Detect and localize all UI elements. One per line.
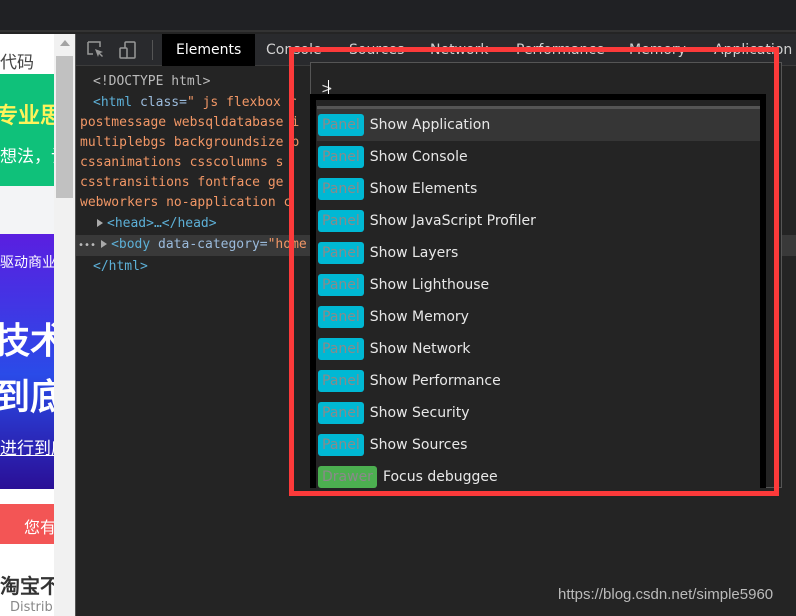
banner-title: 专业思 [0,104,56,129]
class-line: cssanimations csscolumns s [80,155,284,170]
watermark: https://blog.csdn.net/simple5960 [558,586,774,603]
device-toolbar-icon[interactable] [118,40,138,60]
webpage-viewport: 代码 专业思 想法，让 驱动商业 技术到底 进行到底 您有 淘宝不 Distri… [0,34,56,616]
spacer [0,186,56,234]
highlight-annotation-box [289,47,779,496]
page-scrollbar[interactable] [54,34,76,616]
expand-triangle-icon[interactable] [101,240,108,248]
banner-top-text: 驱动商业 [0,255,56,271]
head-node[interactable]: <head>…</head> [97,214,217,234]
tab-elements[interactable]: Elements [162,34,256,66]
subline: Distrib [10,600,53,615]
toolbar-divider [152,40,153,60]
class-line: csstransitions fontface ge [80,175,284,190]
attr-name: class= [132,95,187,110]
class-line: multiplebgs backgroundsize b [80,135,300,150]
banner-subtitle: 想法，让 [0,147,56,167]
html-close-tag: </html> [93,259,148,274]
banner-main-line: 到底 [0,377,56,418]
notice-bar[interactable]: 您有 [0,504,56,544]
doctype-node[interactable]: <!DOCTYPE html> [93,72,210,92]
banner-green[interactable]: 专业思 想法，让 [0,74,56,186]
expand-triangle-icon[interactable] [97,219,103,227]
headline[interactable]: 淘宝不 [0,570,56,599]
banner-main-line: 技术 [0,321,56,362]
class-line: webworkers no-application c [80,195,292,210]
scrollbar-thumb[interactable] [56,56,73,198]
banner-purple[interactable]: 驱动商业 技术到底 进行到底 [0,234,56,489]
attr-name: data-category= [150,237,268,252]
html-node[interactable]: <html class=" js flexbox r [93,93,297,113]
inspect-element-icon[interactable] [86,40,106,60]
webpage-text: 代码 [0,53,34,73]
browser-top-bar [0,0,796,32]
tag: <head>…</head> [107,216,217,231]
more-dots-icon[interactable]: ••• [78,240,96,251]
tag: <body [111,237,151,252]
banner-link[interactable]: 进行到底 [0,434,56,459]
attr-value: " js flexbox r [186,95,297,110]
notice-text: 您有 [24,518,56,537]
body-node[interactable]: ••• <body data-category="home [78,235,307,255]
class-line: postmessage websqldatabase i [80,115,300,130]
tag: <html [93,95,133,110]
banner-main: 技术 到底 [0,314,56,426]
scroll-up-icon[interactable] [60,40,70,46]
